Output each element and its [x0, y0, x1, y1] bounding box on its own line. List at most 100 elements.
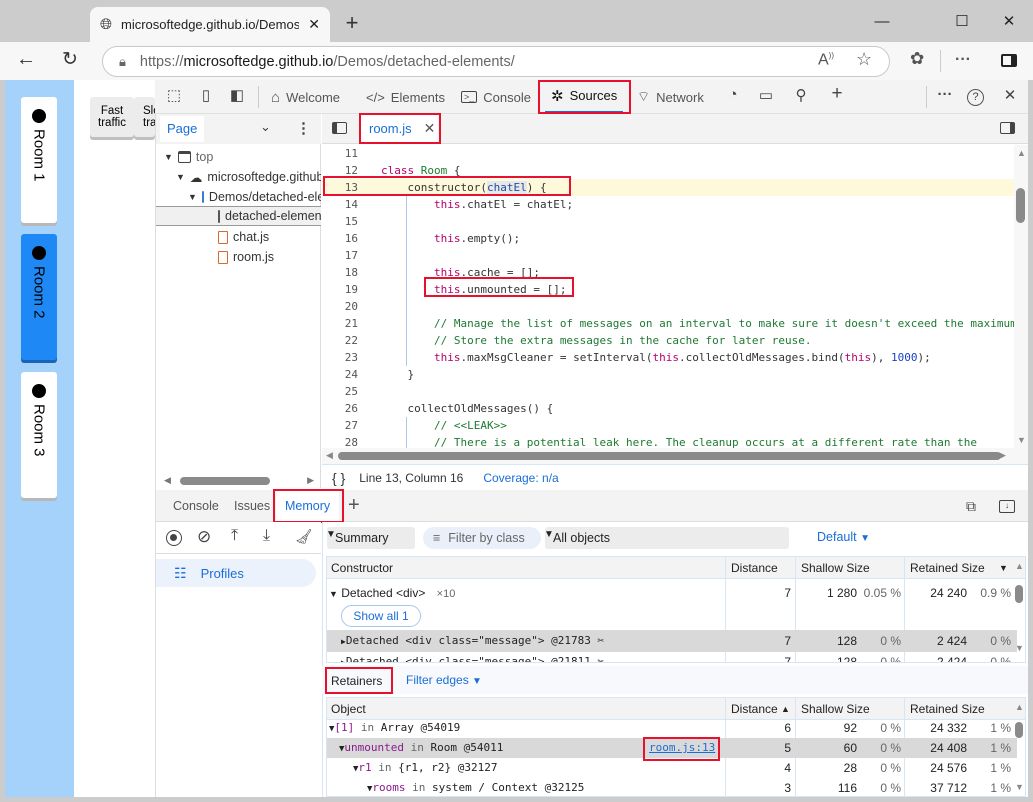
room-1-button[interactable]: Room 1: [21, 97, 57, 223]
table-row[interactable]: ▼ Detached <div> ×10 7 1 280 0.05 % 24 2…: [327, 582, 1017, 604]
tab-sources[interactable]: ✲ Sources: [545, 80, 624, 114]
wifi-icon: ⌔: [637, 88, 651, 104]
customize-icon[interactable]: ···: [934, 86, 956, 103]
table-row[interactable]: ▼unmounted in Room @54011 room.js:13 5 6…: [327, 738, 1017, 758]
table-row[interactable]: ▼rooms in system / Context @32125 3 116 …: [327, 778, 1017, 796]
tree-item-chat-js[interactable]: chat.js: [218, 227, 269, 247]
close-file-icon[interactable]: ✕: [424, 120, 436, 137]
close-window-button[interactable]: ✕: [989, 8, 1029, 36]
drawer-tab-memory[interactable]: Memory: [276, 490, 340, 523]
room-3-button[interactable]: Room 3: [21, 372, 57, 498]
tree-item-domain[interactable]: ▼ ☁︎ microsoftedge.github.io: [176, 167, 321, 187]
close-tab-icon[interactable]: ✕: [308, 16, 320, 33]
sort-desc-icon[interactable]: ▼: [999, 557, 1008, 578]
profiles-item[interactable]: ☷ Profiles: [156, 559, 316, 587]
pretty-print-button[interactable]: { }: [332, 470, 345, 486]
more-options-icon[interactable]: ⋮: [296, 119, 311, 137]
plug-icon[interactable]: ⚲: [790, 86, 812, 104]
reload-icon[interactable]: ↻: [62, 48, 78, 71]
table-row[interactable]: ▶Detached <div class="message"> @21811 ✂…: [327, 651, 1017, 662]
in-label: in: [410, 741, 424, 754]
drawer-tab-issues[interactable]: Issues: [234, 490, 270, 522]
column-header[interactable]: Retained Size: [910, 698, 985, 719]
tab-welcome[interactable]: ⌂ Welcome: [271, 80, 340, 114]
editor-status-bar: { } Line 13, Column 16 Coverage: n/a: [322, 464, 1028, 490]
address-bar[interactable]: 🔒︎ https://microsoftedge.github.io/Demos…: [102, 46, 890, 77]
sidebar-icon[interactable]: [1001, 54, 1017, 67]
help-icon[interactable]: ?: [967, 89, 984, 106]
distance: 3: [784, 781, 791, 795]
view-select[interactable]: ▼ Summary: [326, 527, 415, 549]
code-editor[interactable]: 11 12 class Room { 13 constructor(chatEl)…: [322, 145, 1014, 448]
table-row[interactable]: ▼[1] in Array @54019 6 92 0 % 24 332 1 %: [327, 718, 1017, 738]
toggle-debugger-icon[interactable]: [1000, 122, 1015, 134]
retainers-grid: Object Distance ▲ Shallow Size Retained …: [326, 697, 1026, 797]
more-tabs-icon[interactable]: +: [826, 83, 848, 105]
column-header[interactable]: Retained Size: [910, 557, 985, 578]
tree-item-room-js[interactable]: room.js: [218, 247, 274, 267]
collect-garbage-icon[interactable]: 🧹︎: [295, 528, 313, 545]
column-header[interactable]: Distance: [731, 698, 778, 719]
retained-pct: 0.9 %: [980, 586, 1011, 600]
extensions-icon[interactable]: ✿: [910, 49, 924, 69]
fast-traffic-button[interactable]: Fast traffic: [90, 97, 134, 137]
read-aloud-icon[interactable]: A)): [818, 51, 834, 69]
navigator-tab-page[interactable]: Page: [160, 116, 204, 142]
drawer-tab-console[interactable]: Console: [173, 490, 219, 522]
tab-elements[interactable]: </> Elements: [366, 80, 445, 114]
dock-icon[interactable]: ◧: [226, 86, 248, 104]
tree-item-html[interactable]: detached-elements: [156, 206, 321, 226]
browser-tab[interactable]: 🌐︎ microsoftedge.github.io/Demos/detache…: [90, 7, 330, 42]
more-icon[interactable]: ···: [955, 51, 971, 69]
inspect-icon[interactable]: ⬚: [163, 86, 185, 104]
chevron-down-icon[interactable]: ⌄: [260, 119, 271, 135]
toggle-navigator-icon[interactable]: [332, 122, 347, 134]
column-header[interactable]: Shallow Size: [801, 698, 870, 719]
objects-select[interactable]: ▼ All objects: [544, 527, 789, 549]
column-header[interactable]: Distance: [731, 557, 778, 578]
filter-edges-select[interactable]: Filter edges ▼: [406, 673, 482, 687]
application-icon[interactable]: ▭: [755, 86, 777, 104]
dock-drawer-icon[interactable]: ↓: [999, 500, 1015, 513]
favorite-icon[interactable]: ☆: [856, 49, 872, 70]
new-tab-button[interactable]: +: [338, 10, 366, 38]
add-drawer-tab-icon[interactable]: +: [348, 494, 360, 517]
show-all-button[interactable]: Show all 1: [341, 605, 421, 627]
clear-icon[interactable]: ⊘: [197, 527, 211, 547]
performance-icon[interactable]: ◔: [722, 86, 744, 103]
back-icon[interactable]: ←: [16, 48, 36, 71]
column-header[interactable]: Object: [331, 698, 366, 719]
close-devtools-icon[interactable]: ✕: [999, 86, 1021, 104]
navigator-hscrollbar[interactable]: ◀ ▶: [160, 475, 316, 487]
summary-scrollbar[interactable]: ▲ ▼: [1013, 557, 1025, 662]
table-row[interactable]: ▼r1 in {r1, r2} @32127 4 28 0 % 24 576 1…: [327, 758, 1017, 778]
default-select[interactable]: Default ▼: [817, 530, 870, 544]
source-link[interactable]: room.js:13: [649, 738, 715, 758]
minimize-button[interactable]: —: [862, 8, 902, 36]
object-name: {r1, r2} @32127: [398, 761, 498, 774]
editor-hscrollbar[interactable]: ◀ ▶: [322, 448, 1028, 464]
tree-item-top[interactable]: ▼ top: [164, 147, 213, 167]
file-tab-room-js[interactable]: room.js ✕: [360, 114, 438, 144]
room-2-button[interactable]: Room 2: [21, 234, 57, 360]
load-profile-icon[interactable]: ⤒: [231, 527, 238, 545]
save-profile-icon[interactable]: ⤓: [263, 527, 270, 545]
undock-drawer-icon[interactable]: ⧉: [966, 498, 976, 515]
tree-item-folder[interactable]: ▼ Demos/detached-elements: [188, 187, 321, 207]
coverage-link[interactable]: Coverage: n/a: [483, 471, 558, 485]
table-row[interactable]: ▶Detached <div class="message"> @21783 ✂…: [327, 630, 1017, 652]
sort-asc-icon[interactable]: ▲: [781, 698, 790, 719]
maximize-button[interactable]: ☐: [942, 8, 982, 36]
editor-vscrollbar[interactable]: ▲ ▼: [1014, 145, 1028, 448]
tab-console[interactable]: >_ Console: [461, 80, 531, 114]
folder-icon: [201, 191, 204, 203]
record-icon[interactable]: [166, 530, 182, 546]
column-header[interactable]: Constructor: [331, 557, 393, 578]
column-header[interactable]: Shallow Size: [801, 557, 870, 578]
divider: [258, 86, 259, 108]
class-filter-input[interactable]: ≡ Filter by class: [423, 527, 541, 549]
retainers-scrollbar[interactable]: ▲ ▼: [1013, 698, 1025, 796]
tab-network[interactable]: ⌔ Network: [637, 80, 704, 114]
device-emulation-icon[interactable]: ▯: [195, 86, 217, 104]
slow-traffic-button[interactable]: Slow traffic: [134, 97, 155, 137]
